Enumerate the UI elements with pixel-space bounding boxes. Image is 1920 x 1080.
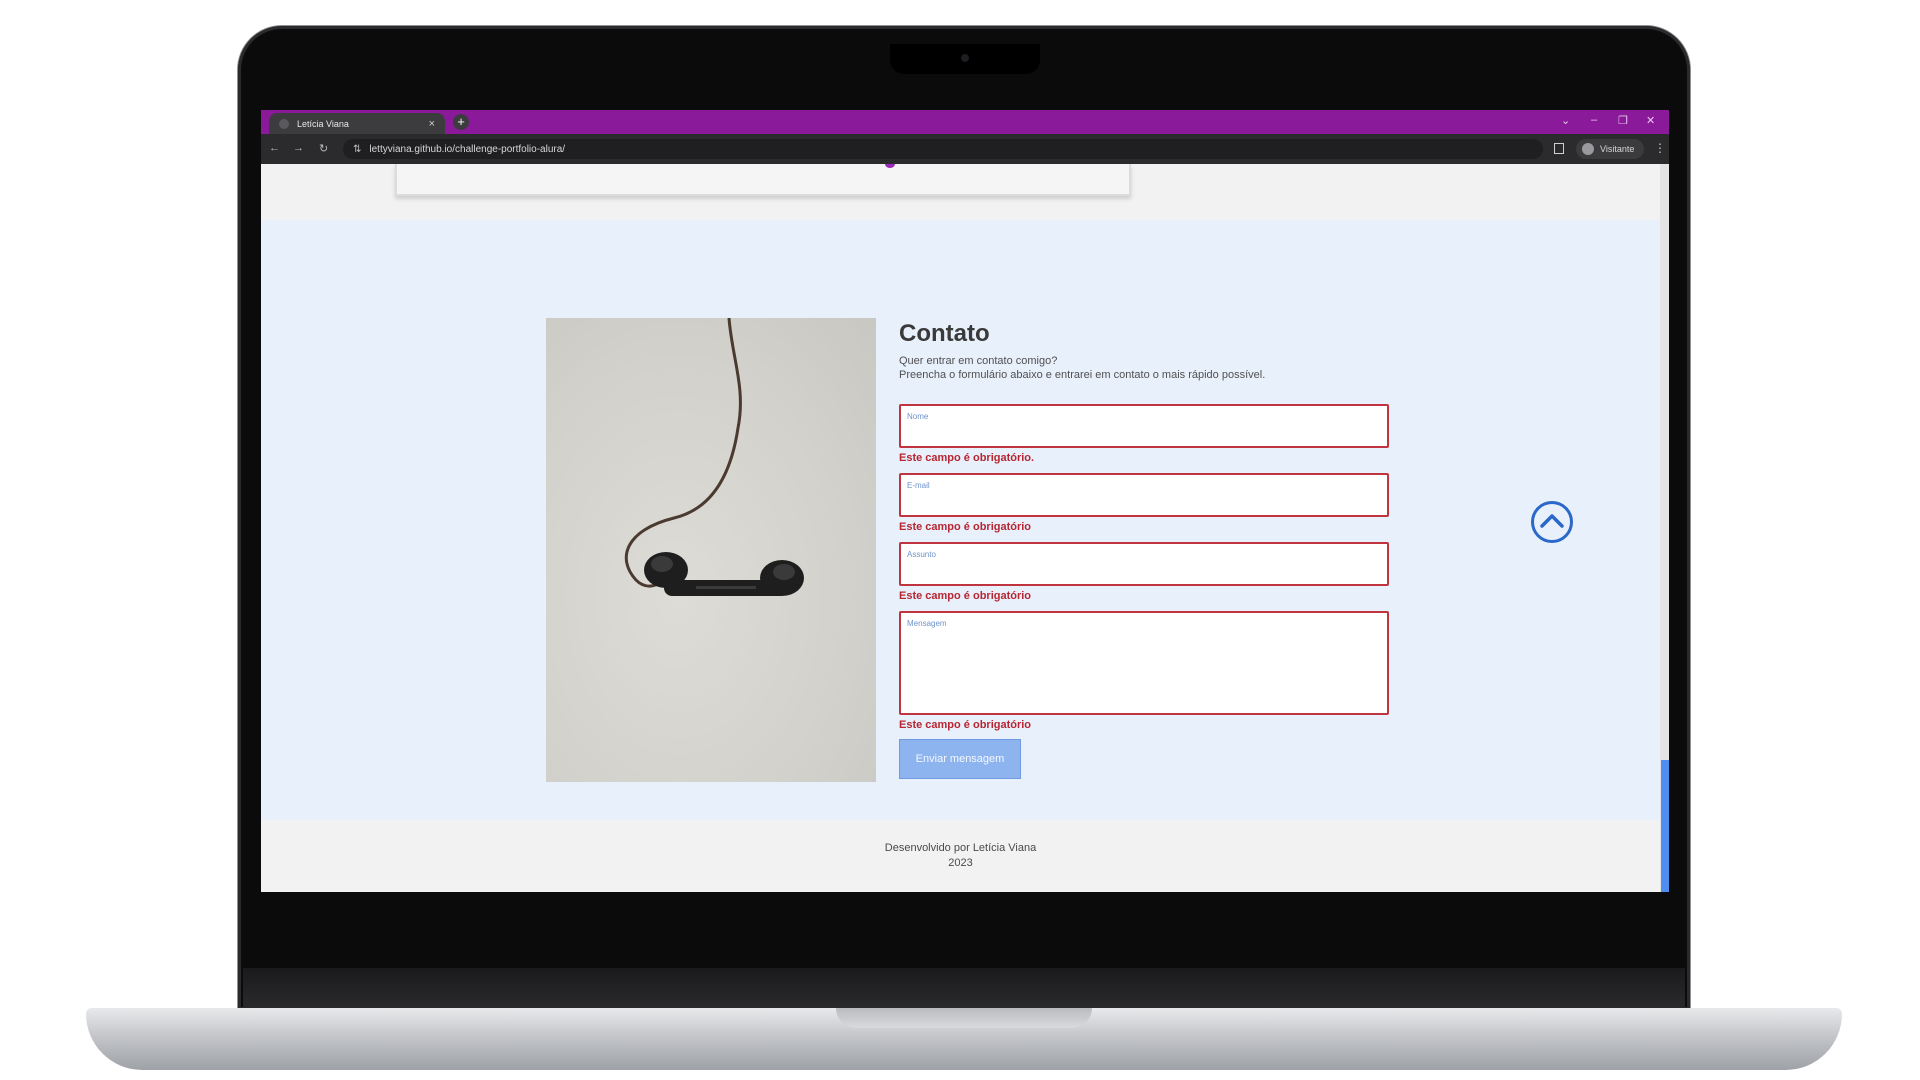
email-error: Este campo é obrigatório xyxy=(899,521,1032,533)
profile-button[interactable]: Visitante xyxy=(1576,139,1644,159)
send-message-button[interactable]: Enviar mensagem xyxy=(899,739,1021,779)
close-window-button[interactable]: ✕ xyxy=(1646,114,1655,127)
card-dot xyxy=(885,164,895,168)
subject-field[interactable]: Assunto xyxy=(899,542,1389,586)
camera-icon xyxy=(961,54,969,62)
contact-description: Quer entrar em contato comigo? Preencha … xyxy=(899,354,1389,382)
page-footer: Desenvolvido por Letícia Viana 2023 xyxy=(261,820,1660,892)
forward-arrow-icon[interactable]: → xyxy=(293,142,304,154)
email-label: E-mail xyxy=(907,481,930,490)
new-tab-button[interactable]: + xyxy=(453,114,469,130)
description-line-1: Quer entrar em contato comigo? xyxy=(899,355,1058,367)
browser-toolbar: ← → ↻ ⇅ lettyviana.github.io/challenge-p… xyxy=(261,134,1669,164)
address-bar[interactable]: ⇅ lettyviana.github.io/challenge-portfol… xyxy=(343,139,1543,159)
name-error: Este campo é obrigatório. xyxy=(899,452,1035,464)
message-error: Este campo é obrigatório xyxy=(899,719,1032,731)
browser-tab[interactable]: Letícia Viana × xyxy=(269,113,445,134)
tab-title: Letícia Viana xyxy=(297,118,349,129)
telephone-illustration xyxy=(624,317,804,596)
site-settings-icon[interactable]: ⇅ xyxy=(353,144,361,155)
subject-error: Este campo é obrigatório xyxy=(899,590,1032,602)
contact-section: Contato Quer entrar em contato comigo? P… xyxy=(261,220,1660,820)
contact-form-area: Contato Quer entrar em contato comigo? P… xyxy=(899,320,1389,779)
minimize-button[interactable]: – xyxy=(1591,114,1597,126)
message-field[interactable]: Mensagem xyxy=(899,611,1389,715)
contact-title: Contato xyxy=(899,320,990,347)
profile-label: Visitante xyxy=(1600,144,1635,154)
favicon-icon xyxy=(279,118,289,129)
tab-close-icon[interactable]: × xyxy=(429,118,435,130)
laptop-hinge xyxy=(243,968,1685,1008)
email-field[interactable]: E-mail xyxy=(899,473,1389,517)
laptop-screen: Letícia Viana × + ⌄ – ❐ ✕ ← → ↻ ⇅ lettyv… xyxy=(261,110,1669,892)
telephone-photo xyxy=(546,317,876,782)
description-line-2: Preencha o formulário abaixo e entrarei … xyxy=(899,369,1266,381)
page-viewport: Contato Quer entrar em contato comigo? P… xyxy=(261,164,1660,892)
browser-tab-strip: Letícia Viana × + ⌄ – ❐ ✕ xyxy=(261,110,1669,134)
subject-label: Assunto xyxy=(907,550,936,559)
previous-section-card xyxy=(395,164,1131,196)
avatar-icon xyxy=(1582,143,1594,155)
footer-credit: Desenvolvido por Letícia Viana xyxy=(884,842,1037,854)
tab-search-icon[interactable]: ⌄ xyxy=(1561,114,1570,127)
name-field[interactable]: Nome xyxy=(899,404,1389,448)
browser-menu-icon[interactable]: ⋮ xyxy=(1654,141,1666,155)
back-to-top-button[interactable] xyxy=(1530,500,1574,544)
message-label: Mensagem xyxy=(907,619,947,628)
laptop-base-lip xyxy=(836,1008,1092,1028)
side-panel-icon[interactable] xyxy=(1554,143,1564,154)
reload-icon[interactable]: ↻ xyxy=(319,142,328,155)
footer-year: 2023 xyxy=(948,857,973,869)
url-text: lettyviana.github.io/challenge-portfolio… xyxy=(369,143,566,155)
back-arrow-icon[interactable]: ← xyxy=(269,142,280,154)
name-label: Nome xyxy=(907,412,929,421)
chevron-up-circle-icon xyxy=(1531,501,1573,543)
restore-button[interactable]: ❐ xyxy=(1618,114,1628,127)
scrollbar-thumb[interactable] xyxy=(1661,760,1669,892)
